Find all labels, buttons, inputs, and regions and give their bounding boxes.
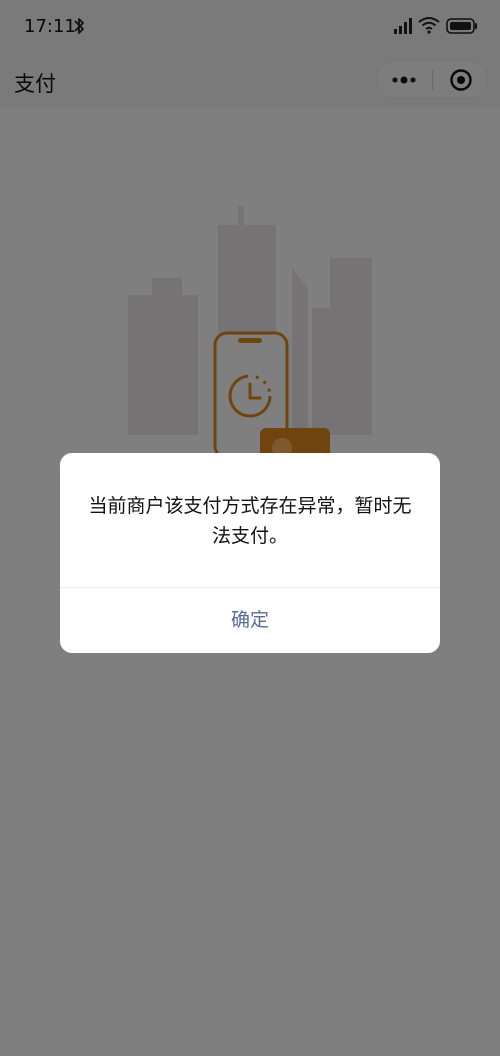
screen: 17:11 支付 — [0, 0, 500, 1056]
alert-dialog: 当前商户该支付方式存在异常，暂时无法支付。 确定 — [60, 453, 440, 653]
confirm-button[interactable]: 确定 — [60, 588, 440, 653]
dialog-message: 当前商户该支付方式存在异常，暂时无法支付。 — [88, 495, 412, 547]
